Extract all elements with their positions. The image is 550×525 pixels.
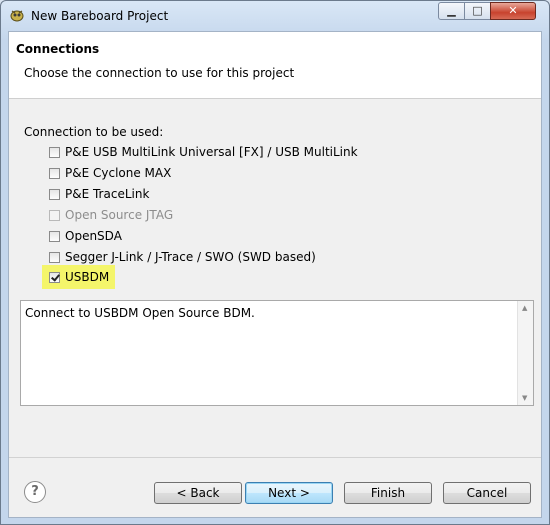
close-icon: ✕ [508,4,518,17]
minimize-button[interactable]: ▁ [438,2,465,20]
dialog-content: Connections Choose the connection to use… [8,31,542,518]
dialog-window: New Bareboard Project ▁ □ ✕ Connections … [0,0,550,525]
checkbox[interactable] [49,188,60,200]
option-pe-cyclone-max[interactable]: P&E Cyclone MAX [49,164,171,182]
checkbox [49,209,60,221]
help-icon[interactable]: ? [24,481,46,503]
maximize-icon: □ [472,4,483,17]
close-button[interactable]: ✕ [490,2,536,20]
option-segger-jlink[interactable]: Segger J-Link / J-Trace / SWO (SWD based… [49,248,316,266]
option-label: Segger J-Link / J-Trace / SWO (SWD based… [65,250,316,264]
back-button[interactable]: < Back [154,482,242,504]
maximize-button[interactable]: □ [464,2,491,20]
option-label: P&E USB MultiLink Universal [FX] / USB M… [65,145,358,159]
page-subtitle: Choose the connection to use for this pr… [24,66,295,80]
option-label: OpenSDA [65,229,122,243]
checkbox-checked[interactable] [49,271,60,283]
checkbox[interactable] [49,146,60,158]
page-title: Connections [16,42,100,56]
option-label: USBDM [65,270,110,284]
minimize-icon: ▁ [447,4,456,17]
checkbox[interactable] [49,167,60,179]
scroll-up-icon[interactable]: ▲ [522,304,527,312]
option-label: P&E Cyclone MAX [65,166,172,180]
window-title: New Bareboard Project [31,9,169,23]
option-usbdm[interactable]: USBDM [49,268,109,286]
connection-group-label: Connection to be used: [24,125,164,139]
wizard-header: Connections Choose the connection to use… [9,32,541,99]
option-label: Open Source JTAG [65,208,174,222]
footer-separator [9,457,541,458]
option-open-source-jtag: Open Source JTAG [49,206,173,224]
description-text: Connect to USBDM Open Source BDM. [25,306,255,320]
finish-button[interactable]: Finish [344,482,432,504]
app-icon [10,10,24,22]
next-button[interactable]: Next > [245,482,333,504]
option-label: P&E TraceLink [65,187,150,201]
vertical-scrollbar[interactable]: ▲ ▼ [517,301,533,405]
option-pe-usb-multilink[interactable]: P&E USB MultiLink Universal [FX] / USB M… [49,143,358,161]
description-box[interactable]: Connect to USBDM Open Source BDM. ▲ ▼ [20,300,534,406]
title-bar[interactable]: New Bareboard Project ▁ □ ✕ [1,1,549,31]
option-pe-tracelink[interactable]: P&E TraceLink [49,185,149,203]
checkbox[interactable] [49,230,60,242]
scroll-down-icon[interactable]: ▼ [522,394,527,402]
checkbox[interactable] [49,251,60,263]
cancel-button[interactable]: Cancel [443,482,531,504]
option-opensda[interactable]: OpenSDA [49,227,122,245]
